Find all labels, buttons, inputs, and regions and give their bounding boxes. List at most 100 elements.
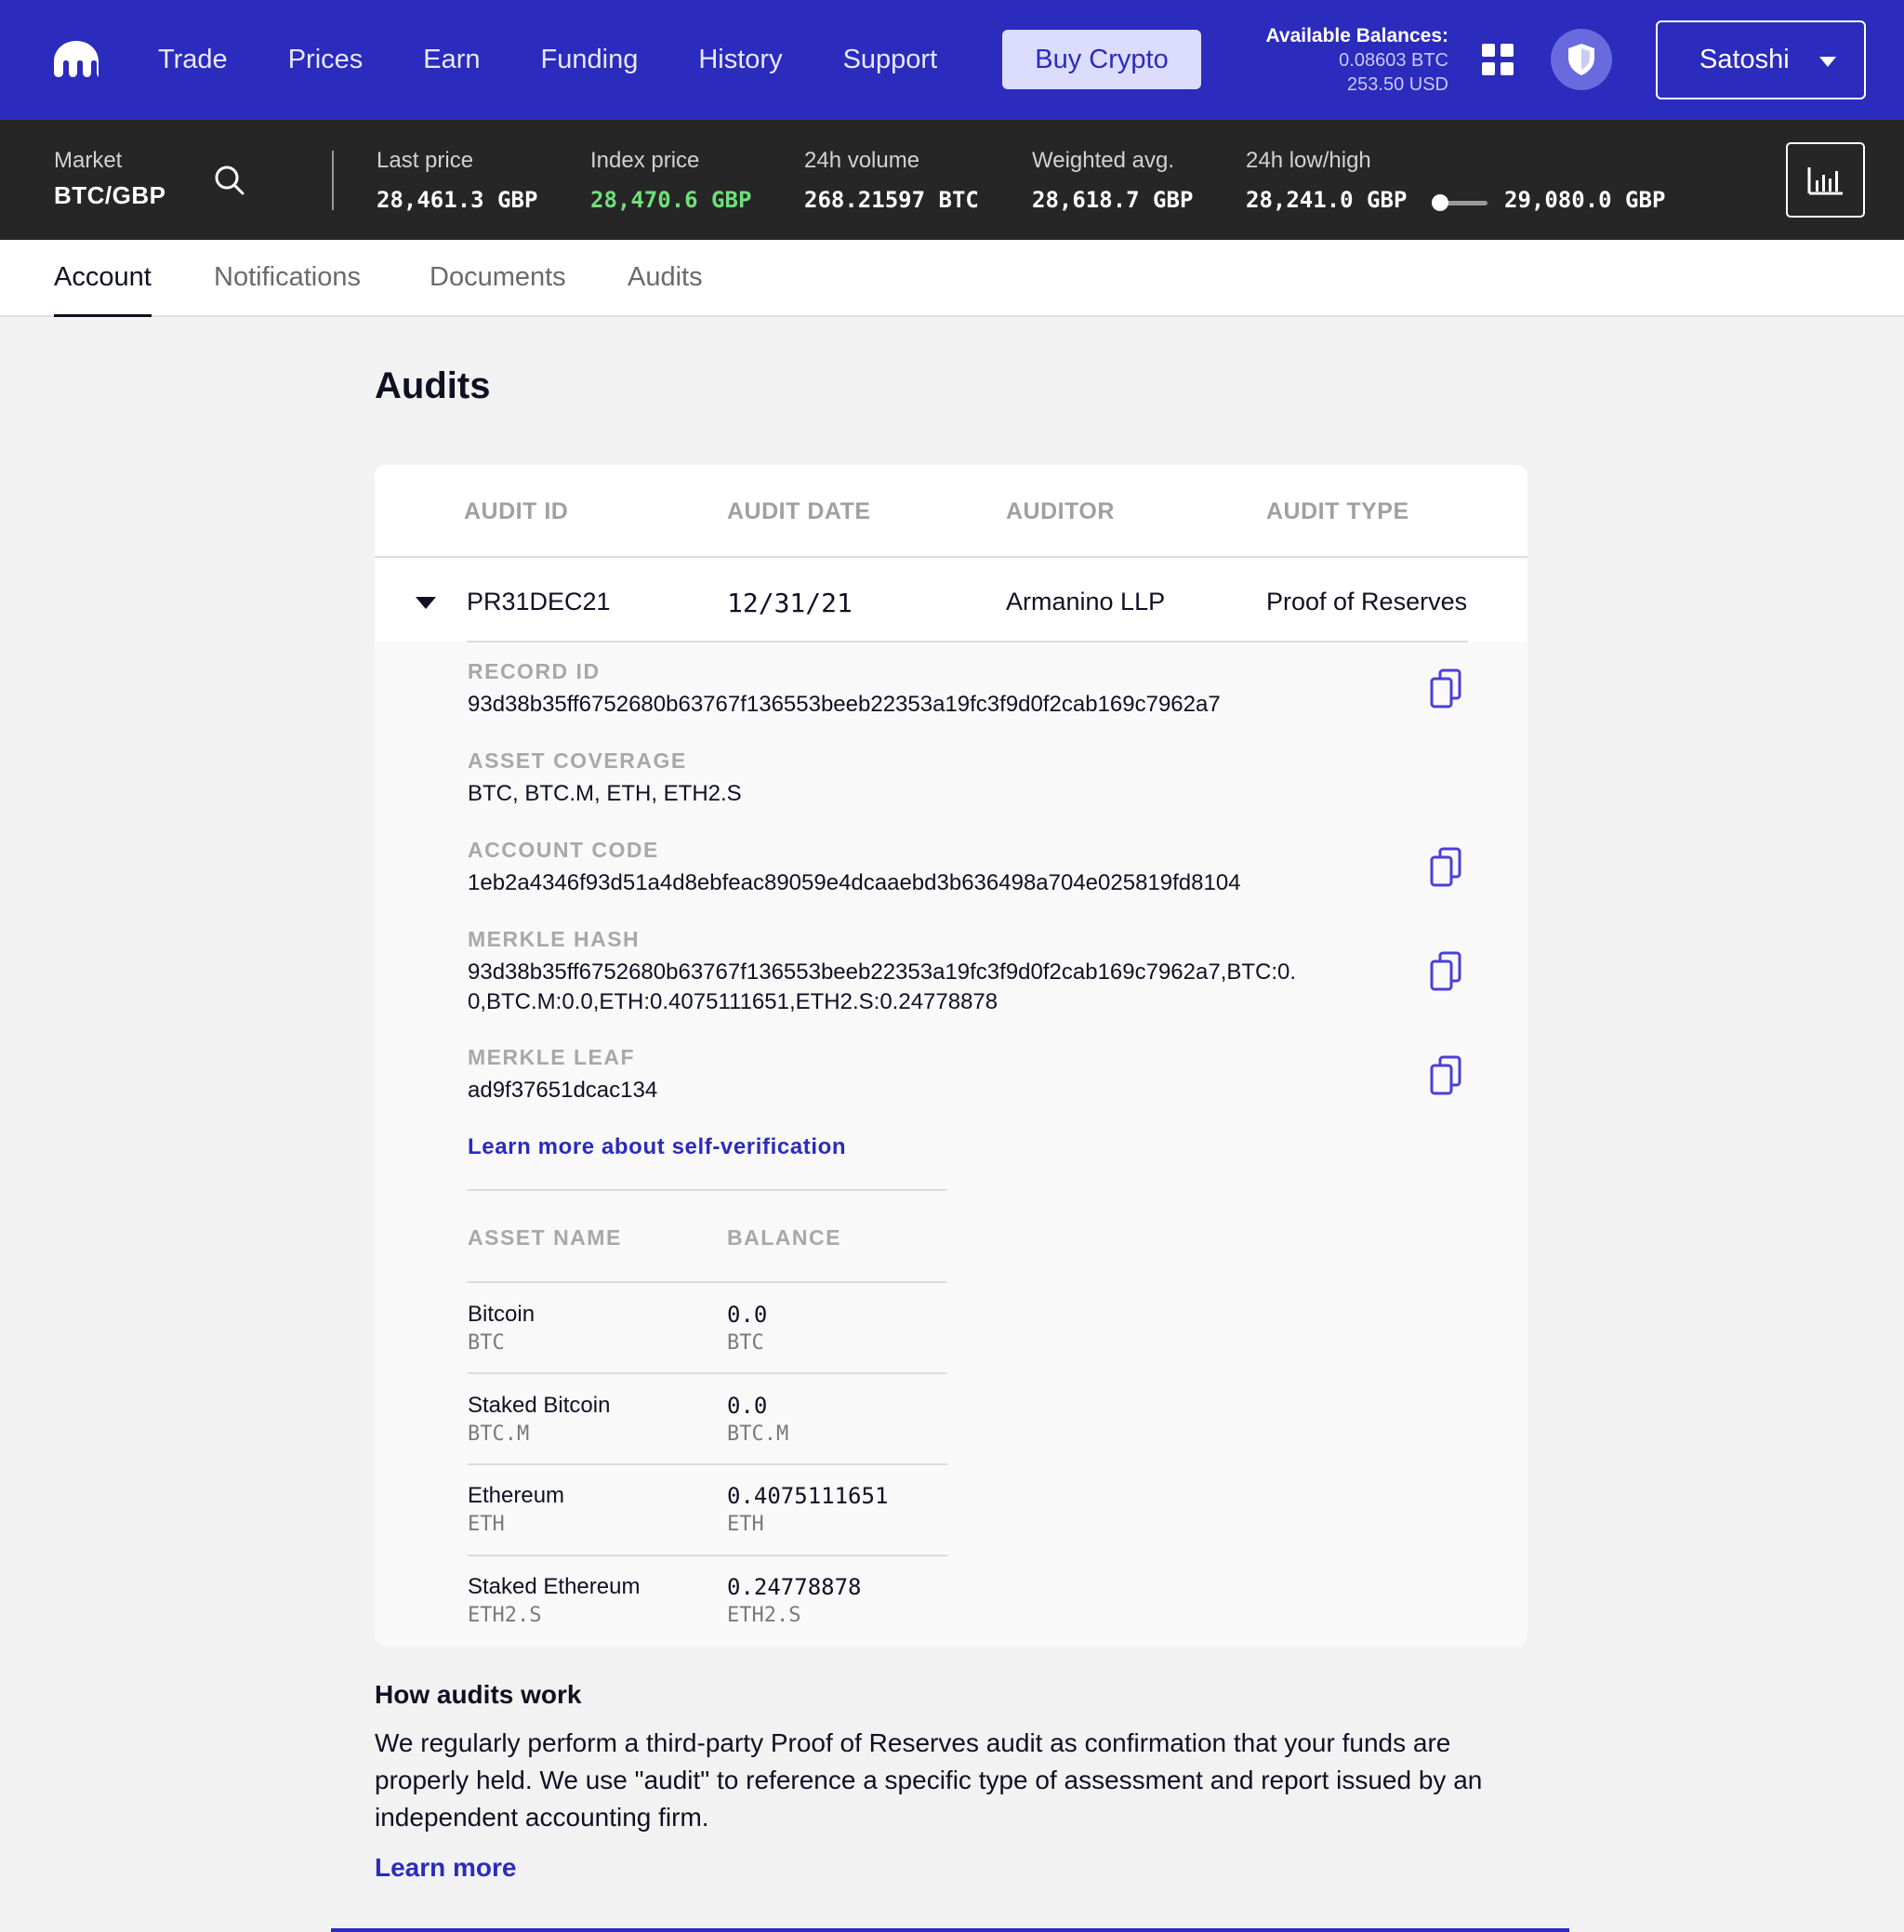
last-price-value: 28,461.3 GBP <box>377 187 538 213</box>
main-nav: Trade Prices Earn Funding History Suppor… <box>136 0 975 120</box>
volume-label: 24h volume <box>804 148 920 173</box>
nav-trade[interactable]: Trade <box>136 45 250 75</box>
stat-volume: 24h volume 268.21597 BTC <box>804 148 979 213</box>
asset-name: Bitcoin <box>468 1302 536 1327</box>
audit-id: PR31DEC21 <box>467 588 611 615</box>
tab-account[interactable]: Account <box>54 262 152 317</box>
available-balances[interactable]: Available Balances: 0.08603 BTC 253.50 U… <box>1266 24 1449 97</box>
balance-btc: 0.08603 BTC <box>1339 50 1448 71</box>
col-audit-date: AUDIT DATE <box>727 498 871 524</box>
asset-coverage-field: ASSET COVERAGE BTC, BTC.M, ETH, ETH2.S <box>468 748 742 809</box>
table-row[interactable]: PR31DEC21 12/31/21 Armanino LLP Proof of… <box>375 560 1527 642</box>
apps-grid-icon[interactable] <box>1482 44 1514 75</box>
stat-high: . 29,080.0 GBP <box>1504 148 1665 213</box>
table-row: Staked Bitcoin BTC.M 0.0 BTC.M <box>468 1374 947 1464</box>
market-bar: Market BTC/GBP Last price 28,461.3 GBP I… <box>0 120 1904 240</box>
security-button[interactable] <box>1551 29 1612 90</box>
market-selector[interactable]: Market BTC/GBP <box>54 148 166 210</box>
merkle-hash-line1: 93d38b35ff6752680b63767f136553beeb22353a… <box>468 959 1297 985</box>
collapse-caret-icon[interactable] <box>416 597 436 609</box>
col-auditor: AUDITOR <box>1006 498 1115 524</box>
index-price-value: 28,470.6 GBP <box>590 187 752 213</box>
tab-documents[interactable]: Documents <box>430 262 566 293</box>
self-verification-link[interactable]: Learn more about self-verification <box>468 1134 846 1160</box>
balance-usd: 253.50 USD <box>1347 74 1448 95</box>
account-tabs: Account Notifications Documents Audits <box>0 240 1904 317</box>
nav-support[interactable]: Support <box>821 45 960 75</box>
top-navigation: Trade Prices Earn Funding History Suppor… <box>0 0 1904 120</box>
table-row: Staked Ethereum ETH2.S 0.24778878 ETH2.S <box>468 1555 947 1646</box>
how-audits-title: How audits work <box>375 1680 582 1709</box>
nav-earn[interactable]: Earn <box>401 45 502 75</box>
learn-more-link[interactable]: Learn more <box>375 1853 517 1883</box>
asset-symbol: ETH <box>468 1513 505 1536</box>
search-icon[interactable] <box>214 165 245 196</box>
divider <box>468 1189 947 1191</box>
asset-symbol: ETH2.S <box>468 1604 542 1627</box>
weighted-avg-value: 28,618.7 GBP <box>1032 187 1194 213</box>
chart-button[interactable] <box>1786 142 1865 218</box>
audit-date: 12/31/21 <box>727 588 853 618</box>
table-row: Bitcoin BTC 0.0 BTC <box>468 1283 947 1373</box>
kraken-logo-icon[interactable] <box>52 39 100 78</box>
col-audit-type: AUDIT TYPE <box>1266 498 1409 524</box>
copy-icon[interactable] <box>1429 668 1462 709</box>
asset-balance: 0.4075111651 <box>727 1483 889 1509</box>
col-balance: BALANCE <box>727 1225 841 1250</box>
buy-crypto-button[interactable]: Buy Crypto <box>1002 30 1201 89</box>
balances-title: Available Balances: <box>1265 25 1449 46</box>
asset-symbol: BTC <box>468 1331 505 1355</box>
market-label: Market <box>54 148 123 173</box>
table-row: Ethereum ETH 0.4075111651 ETH <box>468 1464 947 1555</box>
last-price-label: Last price <box>377 148 474 173</box>
copy-icon[interactable] <box>1429 951 1462 992</box>
stat-low-high: 24h low/high 28,241.0 GBP <box>1246 148 1407 213</box>
tab-audits[interactable]: Audits <box>628 262 703 293</box>
asset-balance-symbol: BTC <box>727 1331 764 1355</box>
user-menu-button[interactable]: Satoshi <box>1656 20 1866 99</box>
merkle-leaf-field: MERKLE LEAF ad9f37651dcac134 <box>468 1045 657 1105</box>
index-price-label: Index price <box>590 148 700 173</box>
stat-index-price: Index price 28,470.6 GBP <box>590 148 751 213</box>
copy-icon[interactable] <box>1429 1055 1462 1096</box>
asset-balance: 0.0 <box>727 1302 768 1328</box>
merkle-hash-field: MERKLE HASH 93d38b35ff6752680b63767f1365… <box>468 927 1296 1017</box>
divider <box>467 641 1468 642</box>
asset-coverage-label: ASSET COVERAGE <box>468 748 687 773</box>
merkle-leaf-label: MERKLE LEAF <box>468 1045 636 1069</box>
page-title: Audits <box>375 365 491 406</box>
volume-value: 268.21597 BTC <box>804 187 979 213</box>
user-name: Satoshi <box>1699 45 1790 74</box>
nav-funding[interactable]: Funding <box>519 45 661 75</box>
audit-type: Proof of Reserves <box>1266 588 1468 615</box>
low-value: 28,241.0 GBP <box>1246 187 1408 213</box>
price-range-indicator <box>1432 194 1489 211</box>
divider <box>331 1928 1569 1932</box>
asset-name: Ethereum <box>468 1483 565 1508</box>
weighted-avg-label: Weighted avg. <box>1032 148 1174 173</box>
high-value: 29,080.0 GBP <box>1504 187 1666 213</box>
col-asset-name: ASSET NAME <box>468 1225 622 1250</box>
how-audits-text: We regularly perform a third-party Proof… <box>375 1728 1483 1832</box>
market-pair: BTC/GBP <box>54 181 166 209</box>
account-code-field: ACCOUNT CODE 1eb2a4346f93d51a4d8ebfeac89… <box>468 838 1241 898</box>
merkle-hash-label: MERKLE HASH <box>468 927 641 951</box>
nav-prices[interactable]: Prices <box>266 45 386 75</box>
account-code-value: 1eb2a4346f93d51a4d8ebfeac89059e4dcaaebd3… <box>468 870 1241 895</box>
account-code-label: ACCOUNT CODE <box>468 838 659 862</box>
shield-icon <box>1568 44 1594 75</box>
low-high-label: 24h low/high <box>1246 148 1371 173</box>
asset-name: Staked Ethereum <box>468 1574 641 1599</box>
asset-balance-symbol: ETH <box>727 1513 764 1536</box>
stat-weighted-avg: Weighted avg. 28,618.7 GBP <box>1032 148 1193 213</box>
asset-balance: 0.0 <box>727 1393 768 1419</box>
asset-balance-symbol: BTC.M <box>727 1423 789 1446</box>
asset-symbol: BTC.M <box>468 1423 530 1446</box>
stat-last-price: Last price 28,461.3 GBP <box>377 148 537 213</box>
asset-balance-symbol: ETH2.S <box>727 1604 801 1627</box>
merkle-leaf-value: ad9f37651dcac134 <box>468 1078 658 1103</box>
copy-icon[interactable] <box>1429 847 1462 888</box>
divider <box>332 151 334 210</box>
nav-history[interactable]: History <box>676 45 804 75</box>
tab-notifications[interactable]: Notifications <box>214 262 361 293</box>
